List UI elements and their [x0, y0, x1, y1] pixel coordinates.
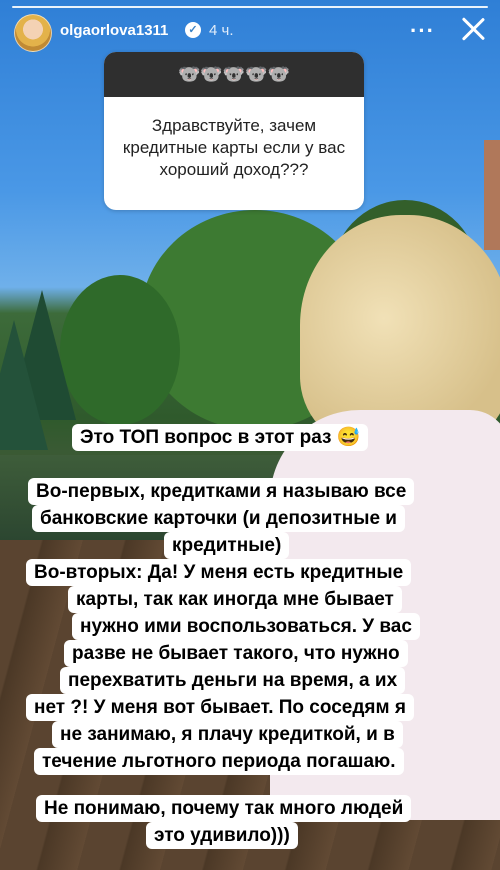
question-line: кредитные карты если у вас	[122, 138, 346, 157]
question-line: хороший доход???	[159, 160, 309, 179]
caption-line: Во-вторых: Да! У меня есть кредитные	[26, 559, 412, 586]
verified-badge-icon: ✓	[185, 22, 201, 38]
caption-line: банковские карточки (и депозитные и	[32, 505, 405, 532]
caption-line: Не понимаю, почему так много людей	[36, 795, 412, 822]
tree-canopy	[60, 275, 180, 425]
caption-line: нужно ими воспользоваться. У вас	[72, 613, 420, 640]
caption-line: это удивило)))	[146, 822, 298, 849]
username[interactable]: olgaorlova1311	[60, 22, 168, 39]
caption-line: нет ?! У меня вот бывает. По соседям я	[26, 694, 414, 721]
question-emoji-header: 🐨🐨🐨🐨🐨	[104, 52, 364, 97]
caption-line: течение льготного периода погашаю.	[34, 748, 404, 775]
story-header: olgaorlova1311 ✓ 4 ч. ···	[0, 8, 500, 52]
post-time: 4 ч.	[209, 22, 234, 39]
close-icon[interactable]	[456, 12, 490, 46]
avatar[interactable]	[14, 14, 52, 52]
caption-top-question: Это ТОП вопрос в этот раз 😅	[72, 424, 369, 451]
more-options-icon[interactable]: ···	[410, 18, 435, 44]
caption-line: перехватить деньги на время, а их	[60, 667, 406, 694]
caption-line: карты, так как иногда мне бывает	[68, 586, 402, 613]
question-text: Здравствуйте, зачем кредитные карты если…	[104, 97, 364, 181]
brick-tower	[484, 140, 500, 250]
caption-line: кредитные)	[164, 532, 290, 559]
caption-line: разве не бывает такого, что нужно	[64, 640, 408, 667]
question-line: Здравствуйте, зачем	[151, 116, 317, 135]
story-viewer: olgaorlova1311 ✓ 4 ч. ··· 🐨🐨🐨🐨🐨 Здравств…	[0, 0, 500, 870]
question-sticker: 🐨🐨🐨🐨🐨 Здравствуйте, зачем кредитные карт…	[104, 52, 364, 210]
caption-line: не занимаю, я плачу кредиткой, и в	[52, 721, 403, 748]
caption-line: Во-первых, кредитками я называю все	[28, 478, 415, 505]
pine-tree	[0, 320, 48, 450]
